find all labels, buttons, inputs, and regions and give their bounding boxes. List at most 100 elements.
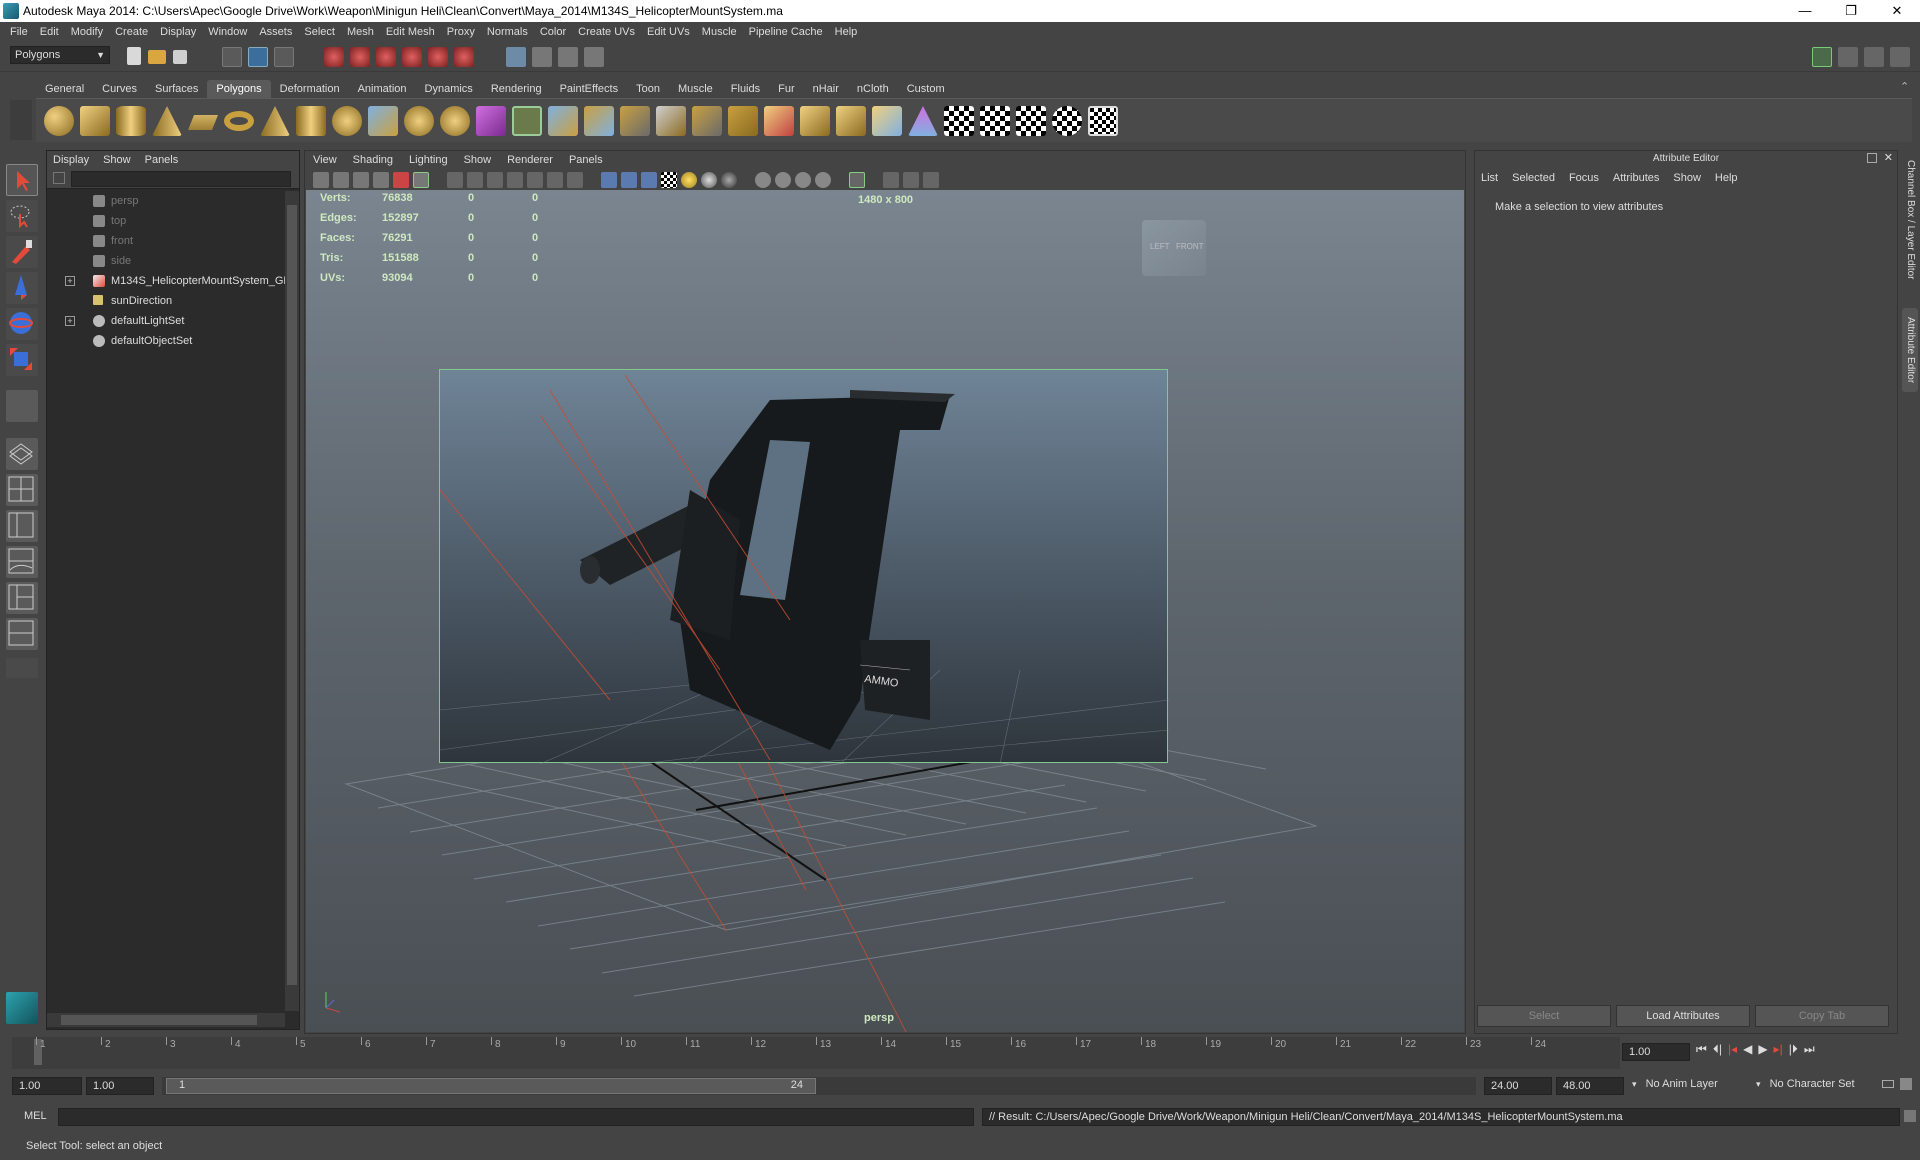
shelf-tab-muscle[interactable]: Muscle <box>669 80 722 98</box>
viewport-menu-panels[interactable]: Panels <box>569 154 603 166</box>
modeling-toolkit-icon[interactable] <box>1812 47 1832 67</box>
planar-mapping-icon[interactable] <box>872 106 902 136</box>
step-forward-key-icon[interactable]: |⏵ <box>1789 1042 1798 1057</box>
attr-menu-selected[interactable]: Selected <box>1512 172 1555 184</box>
append-polygon-icon[interactable] <box>620 106 650 136</box>
shelf-tab-curves[interactable]: Curves <box>93 80 146 98</box>
merge-icon[interactable] <box>836 106 866 136</box>
go-to-end-icon[interactable]: ⏭ <box>1804 1042 1815 1057</box>
viewport-3d[interactable]: Verts: 76838 0 0 Edges: 152897 0 0 Faces: 76291… <box>306 190 1464 1032</box>
character-set-selector[interactable]: ▾ No Character Set <box>1756 1078 1855 1090</box>
menu-color[interactable]: Color <box>534 26 572 38</box>
xray-icon[interactable] <box>567 172 583 188</box>
select-button[interactable]: Select <box>1477 1005 1611 1027</box>
menu-modify[interactable]: Modify <box>65 26 109 38</box>
poly-cone-icon[interactable] <box>152 106 182 136</box>
move-tool-icon[interactable] <box>6 272 38 304</box>
viewport-menu-view[interactable]: View <box>313 154 337 166</box>
poly-pyramid-icon[interactable] <box>260 106 290 136</box>
camera-gate-icon[interactable] <box>849 172 865 188</box>
poly-cylinder-icon[interactable] <box>116 106 146 136</box>
layout-extra-icon[interactable] <box>6 658 38 678</box>
menu-proxy[interactable]: Proxy <box>441 26 481 38</box>
animation-preferences-icon[interactable] <box>1900 1078 1912 1090</box>
share-icon[interactable] <box>923 172 939 188</box>
select-hierarchy-icon[interactable] <box>222 47 242 67</box>
shelf-tab-animation[interactable]: Animation <box>349 80 416 98</box>
shelf-tab-ncloth[interactable]: nCloth <box>848 80 898 98</box>
range-slider[interactable]: 1 24 <box>162 1077 1476 1095</box>
command-input[interactable] <box>58 1108 974 1126</box>
split-polygon-icon[interactable] <box>656 106 686 136</box>
menu-select[interactable]: Select <box>298 26 341 38</box>
time-slider[interactable]: 1 2 3 4 5 6 7 8 9 10 11 12 13 14 15 16 17 18 19 20 21 22 23 24 <box>12 1037 1620 1069</box>
menu-normals[interactable]: Normals <box>481 26 534 38</box>
ambient-occlusion-icon[interactable] <box>641 172 657 188</box>
lasso-tool-icon[interactable] <box>6 200 38 232</box>
outliner-item-front[interactable]: front <box>47 231 287 251</box>
open-scene-icon[interactable] <box>148 50 166 64</box>
motion-blur-icon[interactable] <box>795 172 811 188</box>
expand-icon[interactable]: + <box>65 276 75 286</box>
channel-box-toggle-icon[interactable] <box>1890 47 1910 67</box>
playback-start-field[interactable]: 1.00 <box>86 1077 154 1095</box>
attribute-editor-toggle-icon[interactable] <box>1838 47 1858 67</box>
attr-menu-list[interactable]: List <box>1481 172 1498 184</box>
shelf-tab-painteffects[interactable]: PaintEffects <box>551 80 628 98</box>
wire-on-shaded-icon[interactable] <box>487 172 503 188</box>
menu-pipeline-cache[interactable]: Pipeline Cache <box>743 26 829 38</box>
shelf-tab-custom[interactable]: Custom <box>898 80 954 98</box>
bookmarks-icon[interactable] <box>353 172 369 188</box>
textured-icon[interactable] <box>507 172 523 188</box>
script-editor-icon[interactable] <box>1904 1110 1916 1122</box>
uv-layout-panel-icon[interactable] <box>6 618 38 650</box>
viewport-menu-renderer[interactable]: Renderer <box>507 154 553 166</box>
menu-display[interactable]: Display <box>154 26 202 38</box>
outliner-item-top[interactable]: top <box>47 211 287 231</box>
shelf-tab-deformation[interactable]: Deformation <box>271 80 349 98</box>
save-scene-icon[interactable] <box>173 50 187 64</box>
snap-live-icon[interactable] <box>428 47 448 67</box>
range-slider-handle[interactable]: 1 24 <box>166 1078 816 1094</box>
uv-unfold-icon[interactable] <box>1052 106 1082 136</box>
load-attributes-button[interactable]: Load Attributes <box>1616 1005 1750 1027</box>
last-tool-icon[interactable] <box>6 390 38 422</box>
shelf-tab-surfaces[interactable]: Surfaces <box>146 80 207 98</box>
shelf-menu-button[interactable] <box>10 100 32 140</box>
attr-menu-focus[interactable]: Focus <box>1569 172 1599 184</box>
poly-pipe-icon[interactable] <box>296 106 326 136</box>
ui-elements-icon[interactable] <box>903 172 919 188</box>
lights-icon[interactable] <box>681 172 697 188</box>
camera-attributes-icon[interactable] <box>333 172 349 188</box>
boolean-difference-icon[interactable] <box>440 106 470 136</box>
poly-cube-icon[interactable] <box>80 106 110 136</box>
auto-key-icon[interactable] <box>1882 1080 1894 1088</box>
menu-window[interactable]: Window <box>202 26 253 38</box>
step-back-key-icon[interactable]: ⏴| <box>1713 1042 1722 1057</box>
tool-settings-toggle-icon[interactable] <box>1864 47 1884 67</box>
scrollbar-thumb[interactable] <box>287 205 297 985</box>
select-object-icon[interactable] <box>248 47 268 67</box>
shelf-tab-fluids[interactable]: Fluids <box>722 80 769 98</box>
menu-edit-mesh[interactable]: Edit Mesh <box>380 26 441 38</box>
single-perspective-layout-icon[interactable] <box>6 438 38 470</box>
script-language-toggle[interactable]: MEL <box>24 1110 47 1122</box>
graph-editor-layout-icon[interactable] <box>6 546 38 578</box>
scrollbar-thumb[interactable] <box>61 1015 257 1025</box>
outliner-horizontal-scrollbar[interactable] <box>47 1013 285 1027</box>
poly-sphere-icon[interactable] <box>44 106 74 136</box>
outliner-item-defaultobjectset[interactable]: defaultObjectSet <box>47 331 287 351</box>
mirror-geometry-icon[interactable] <box>512 106 542 136</box>
anim-layer-selector[interactable]: ▾ No Anim Layer <box>1632 1078 1718 1090</box>
menu-edit-uvs[interactable]: Edit UVs <box>641 26 696 38</box>
animation-end-field[interactable]: 48.00 <box>1556 1077 1624 1095</box>
isolate-select-icon[interactable] <box>755 172 771 188</box>
four-view-layout-icon[interactable] <box>6 474 38 506</box>
channel-box-tab[interactable]: Channel Box / Layer Editor <box>1902 156 1918 284</box>
shadow-sphere-icon[interactable] <box>701 172 717 188</box>
helicopter-mount-model[interactable]: AMMO <box>440 370 1170 765</box>
view-cube-front-face[interactable]: FRONT <box>1176 242 1204 251</box>
fill-hole-icon[interactable] <box>764 106 794 136</box>
outliner-item-group[interactable]: + M134S_HelicopterMountSystem_GRP <box>47 271 299 291</box>
shelf-tab-rendering[interactable]: Rendering <box>482 80 551 98</box>
